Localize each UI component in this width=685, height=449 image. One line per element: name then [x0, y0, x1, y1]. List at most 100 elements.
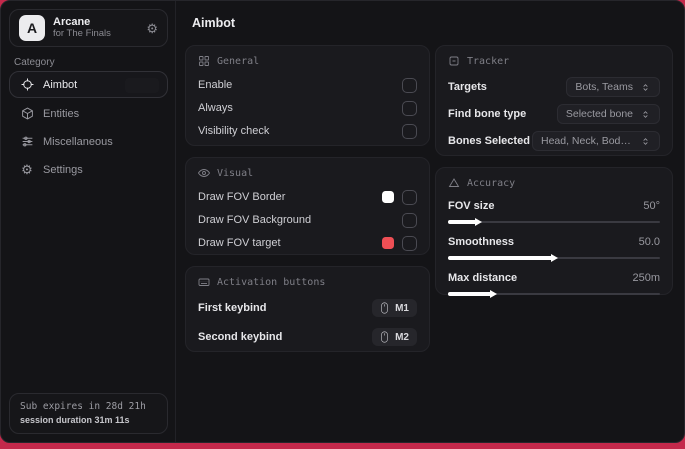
chevron-up-down-icon	[643, 137, 648, 145]
gear-icon: ⚙	[21, 162, 33, 177]
slider-value: 250m	[632, 272, 660, 284]
cube-icon	[20, 107, 34, 121]
fov-size-slider[interactable]	[448, 218, 660, 226]
mouse-icon	[381, 302, 388, 314]
tracker-card-header: Tracker	[448, 55, 660, 67]
slider-value: 50.0	[638, 236, 660, 248]
box-minus-icon	[449, 56, 459, 66]
find-bone-type-dropdown[interactable]: Selected bone	[556, 104, 660, 124]
setting-row-second-keybind: Second keybind M2	[198, 324, 417, 350]
slider-fill	[448, 218, 482, 226]
activation-card-header: Activation buttons	[198, 276, 417, 288]
sidebar-item-settings[interactable]: ⚙ Settings	[9, 156, 168, 183]
setting-label: Second keybind	[198, 331, 283, 343]
sidebar-item-miscellaneous[interactable]: Miscellaneous	[9, 128, 168, 155]
sliders-icon	[20, 135, 34, 149]
category-label: Category	[14, 57, 55, 68]
dropdown-value: Selected bone	[565, 108, 633, 120]
slider-row-fov-size: FOV size 50°	[448, 196, 660, 226]
dropdown-value: Bots, Teams	[575, 81, 633, 93]
subscription-info-card: Sub expires in 28d 21h session duration …	[9, 393, 168, 434]
setting-label: Bones Selected	[448, 135, 530, 147]
keybind-hint-badge	[125, 78, 159, 93]
setting-label: Enable	[198, 79, 233, 91]
grid-icon	[199, 56, 209, 66]
slider-label: Smoothness	[448, 236, 515, 248]
setting-label: Draw FOV Background	[198, 214, 312, 226]
settings-gear-icon[interactable]: ⚙	[146, 22, 158, 35]
second-keybind-button[interactable]: M2	[372, 328, 417, 346]
setting-row-bones-selected: Bones Selected Head, Neck, Body, Pe..	[448, 128, 660, 154]
setting-row-fov-background: Draw FOV Background	[198, 209, 417, 231]
setting-label: Visibility check	[198, 125, 270, 137]
slider-row-smoothness: Smoothness 50.0	[448, 232, 660, 262]
sidebar-item-label: Entities	[43, 107, 80, 120]
visual-card-header: Visual	[198, 167, 417, 179]
slider-row-max-distance: Max distance 250m	[448, 268, 660, 298]
slider-label: FOV size	[448, 200, 495, 212]
visibility-check-checkbox[interactable]	[402, 123, 417, 139]
general-card-header: General	[198, 55, 417, 67]
brand-text: Arcane for The Finals	[53, 16, 111, 40]
slider-value: 50°	[643, 200, 660, 212]
targets-dropdown[interactable]: Bots, Teams	[566, 77, 660, 97]
max-distance-slider[interactable]	[448, 290, 660, 298]
setting-label: First keybind	[198, 302, 267, 314]
tracker-card: Tracker Targets Bots, Teams Find bone ty…	[435, 45, 673, 156]
card-title: Visual	[217, 167, 254, 179]
fov-target-checkbox[interactable]	[402, 235, 417, 251]
enable-checkbox[interactable]	[402, 77, 417, 93]
setting-label: Targets	[448, 81, 487, 93]
first-keybind-button[interactable]: M1	[372, 299, 417, 317]
setting-row-enable: Enable	[198, 74, 417, 96]
card-title: Activation buttons	[217, 276, 326, 288]
sidebar-item-label: Aimbot	[43, 78, 78, 91]
keyboard-icon	[198, 278, 210, 286]
card-title: Accuracy	[467, 177, 516, 189]
slider-label: Max distance	[448, 272, 518, 284]
fov-border-color-swatch[interactable]	[382, 191, 394, 203]
setting-row-first-keybind: First keybind M1	[198, 295, 417, 321]
sidebar: A Arcane for The Finals ⚙ Category Aimbo…	[1, 1, 176, 442]
sidebar-item-entities[interactable]: Entities	[9, 100, 168, 127]
card-title: Tracker	[467, 55, 510, 67]
sidebar-item-label: Miscellaneous	[43, 135, 113, 148]
activation-card: Activation buttons First keybind M1 Seco…	[185, 266, 430, 352]
slider-thumb[interactable]	[474, 218, 482, 226]
triangle-icon	[448, 178, 460, 187]
sidebar-item-label: Settings	[43, 163, 83, 176]
eye-icon	[198, 169, 210, 177]
setting-label: Draw FOV Border	[198, 191, 286, 203]
chevron-up-down-icon	[643, 83, 648, 91]
sidebar-menu: Aimbot Entities Miscellaneous ⚙ Settings	[9, 71, 168, 184]
fov-target-color-swatch[interactable]	[382, 237, 394, 249]
keybind-value: M1	[395, 302, 409, 314]
setting-row-fov-border: Draw FOV Border	[198, 186, 417, 208]
smoothness-slider[interactable]	[448, 254, 660, 262]
fov-background-checkbox[interactable]	[402, 212, 417, 228]
accuracy-card: Accuracy FOV size 50° Smoothness 50.0 Ma…	[435, 167, 673, 298]
setting-row-targets: Targets Bots, Teams	[448, 74, 660, 100]
general-card: General Enable Always Visibility check	[185, 45, 430, 146]
always-checkbox[interactable]	[402, 100, 417, 116]
session-duration-text: session duration 31m 11s	[20, 415, 130, 425]
visual-card: Visual Draw FOV Border Draw FOV Backgrou…	[185, 157, 430, 255]
setting-label: Find bone type	[448, 108, 527, 120]
keybind-value: M2	[395, 331, 409, 343]
slider-thumb[interactable]	[489, 290, 497, 298]
slider-fill	[448, 254, 558, 262]
setting-label: Draw FOV target	[198, 237, 281, 249]
bones-selected-dropdown[interactable]: Head, Neck, Body, Pe..	[532, 131, 660, 151]
accuracy-card-header: Accuracy	[448, 177, 660, 189]
setting-row-find-bone-type: Find bone type Selected bone	[448, 101, 660, 127]
slider-thumb[interactable]	[551, 254, 558, 262]
chevron-up-down-icon	[643, 110, 648, 118]
slider-fill	[448, 290, 497, 298]
page-title: Aimbot	[192, 16, 236, 30]
sub-expires-text: Sub expires in 28d 21h	[20, 401, 146, 412]
app-logo: A	[19, 15, 45, 41]
app-subtitle: for The Finals	[53, 27, 111, 39]
fov-border-checkbox[interactable]	[402, 189, 417, 205]
sidebar-item-aimbot[interactable]: Aimbot	[9, 71, 168, 98]
mouse-icon	[381, 331, 388, 343]
